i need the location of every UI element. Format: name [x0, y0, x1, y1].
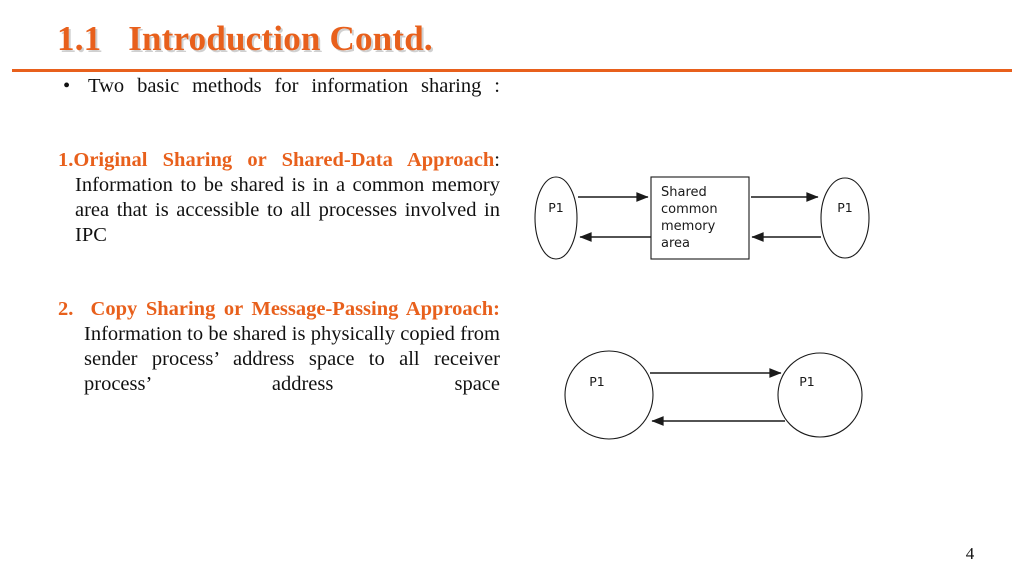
left-process-shape — [534, 176, 578, 260]
list-item-1-text: Information to be shared is in a common … — [75, 174, 500, 246]
bullet-icon: • — [63, 75, 71, 97]
list-item-1-number: 1. — [58, 149, 74, 171]
message-passing-diagram: P1 P1 — [564, 350, 863, 440]
body-content: • Two basic methods for information shari… — [58, 74, 500, 422]
sender-process-label: P1 — [589, 374, 605, 389]
list-item-2-text: Information to be shared is physically c… — [84, 323, 500, 395]
sender-process-shape — [564, 350, 654, 440]
list-item-1: 1.Original Sharing or Shared-Data Approa… — [58, 148, 500, 273]
slide-canvas: 1.1 Introduction Contd. • Two basic metho… — [0, 0, 1024, 576]
list-item-2-separator: : — [493, 298, 500, 320]
right-process-shape — [820, 177, 870, 259]
intro-bullet: • Two basic methods for information shari… — [58, 74, 500, 124]
list-item-2: 2. Copy Sharing or Message-Passing Appro… — [58, 297, 500, 422]
list-item-2-number: 2. — [58, 298, 74, 320]
receiver-process-label: P1 — [799, 374, 815, 389]
shared-memory-diagram: P1 Shared common memory area P1 — [534, 176, 870, 260]
intro-text: Two basic methods for information sharin… — [88, 75, 500, 97]
list-item-1-heading: Original Sharing or Shared-Data Approach — [73, 149, 495, 171]
title-divider — [12, 69, 1012, 72]
page-title: 1.1 Introduction Contd. — [57, 19, 433, 58]
shared-memory-line-3: memory — [661, 219, 716, 234]
list-item-2-heading: Copy Sharing or Message-Passing Approach — [90, 298, 494, 320]
right-process-label: P1 — [837, 200, 853, 215]
shared-memory-line-2: common — [661, 202, 718, 217]
left-process-label: P1 — [548, 200, 564, 215]
shared-memory-line-4: area — [661, 236, 690, 251]
list-item-1-separator: : — [494, 149, 500, 171]
page-number: 4 — [965, 544, 975, 563]
receiver-process-shape — [777, 352, 863, 438]
shared-memory-line-1: Shared — [661, 185, 707, 200]
